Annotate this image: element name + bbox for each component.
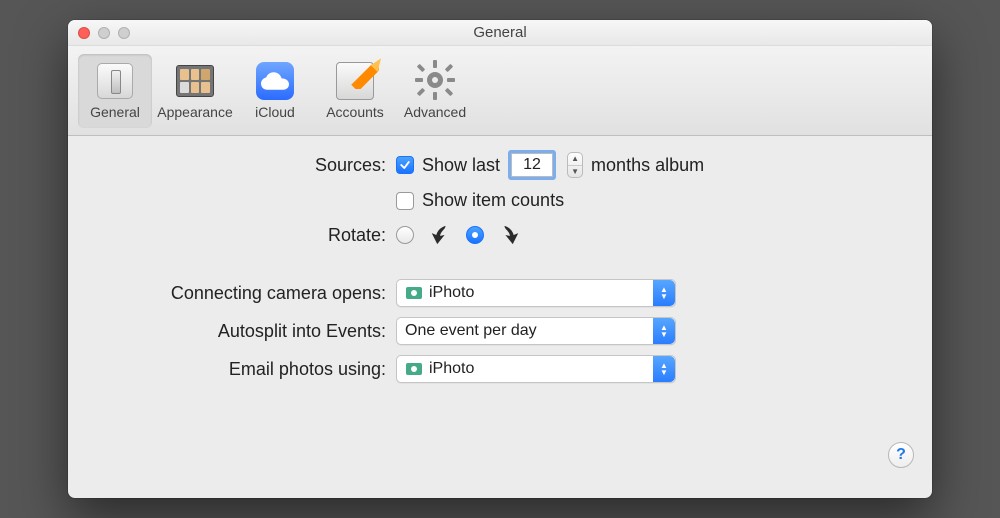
camera-popup[interactable]: iPhoto ▲▼ [396, 279, 676, 307]
rotate-cw-icon [498, 221, 522, 249]
help-icon: ? [896, 446, 906, 464]
popup-arrows-icon: ▲▼ [653, 280, 675, 306]
iphoto-app-icon [405, 360, 423, 378]
icloud-icon [255, 61, 295, 101]
show-item-counts-checkbox[interactable] [396, 192, 414, 210]
months-input[interactable]: 12 [511, 153, 553, 177]
tab-accounts[interactable]: Accounts [318, 54, 392, 128]
autosplit-label: Autosplit into Events: [96, 321, 396, 342]
tab-label: iCloud [255, 104, 295, 120]
email-popup-value: iPhoto [429, 360, 474, 378]
autosplit-popup[interactable]: One event per day ▲▼ [396, 317, 676, 345]
camera-label: Connecting camera opens: [96, 283, 396, 304]
stepper-down-icon: ▼ [568, 166, 582, 178]
months-stepper[interactable]: ▲ ▼ [567, 152, 583, 178]
email-label: Email photos using: [96, 359, 396, 380]
popup-arrows-icon: ▲▼ [653, 356, 675, 382]
advanced-icon [415, 61, 455, 101]
accounts-icon [335, 61, 375, 101]
window-zoom-button[interactable] [118, 27, 130, 39]
show-last-checkbox[interactable] [396, 156, 414, 174]
rotate-label: Rotate: [96, 225, 396, 246]
sources-label: Sources: [96, 155, 396, 176]
window-title: General [68, 24, 932, 41]
window-close-button[interactable] [78, 27, 90, 39]
rotate-ccw-icon [428, 221, 452, 249]
tab-general[interactable]: General [78, 54, 152, 128]
preferences-window: General General Appearance iCloud [68, 20, 932, 498]
show-last-suffix: months album [591, 155, 704, 176]
autosplit-popup-value: One event per day [405, 322, 537, 340]
show-last-prefix: Show last [422, 155, 500, 176]
titlebar: General [68, 20, 932, 46]
rotate-ccw-radio[interactable] [396, 226, 414, 244]
stepper-up-icon: ▲ [568, 153, 582, 166]
iphoto-app-icon [405, 284, 423, 302]
tab-label: Advanced [404, 104, 466, 120]
general-pane: Sources: Show last 12 ▲ ▼ months album [68, 136, 932, 498]
rotate-cw-radio[interactable] [466, 226, 484, 244]
preferences-toolbar: General Appearance iCloud [68, 46, 932, 136]
help-button[interactable]: ? [888, 442, 914, 468]
tab-appearance[interactable]: Appearance [158, 54, 232, 128]
popup-arrows-icon: ▲▼ [653, 318, 675, 344]
tab-advanced[interactable]: Advanced [398, 54, 472, 128]
appearance-icon [175, 61, 215, 101]
email-popup[interactable]: iPhoto ▲▼ [396, 355, 676, 383]
tab-icloud[interactable]: iCloud [238, 54, 312, 128]
tab-label: Accounts [326, 104, 384, 120]
tab-label: Appearance [157, 104, 233, 120]
show-item-counts-label: Show item counts [422, 190, 564, 211]
window-minimize-button[interactable] [98, 27, 110, 39]
general-icon [95, 61, 135, 101]
camera-popup-value: iPhoto [429, 284, 474, 302]
tab-label: General [90, 104, 140, 120]
